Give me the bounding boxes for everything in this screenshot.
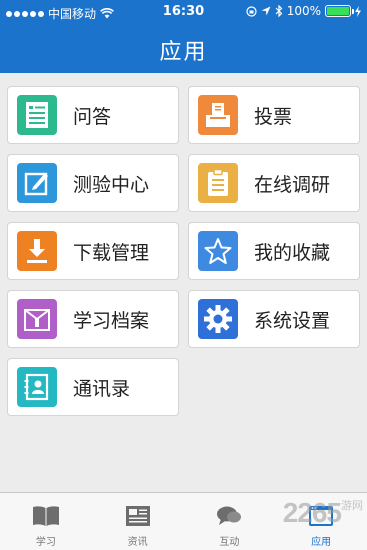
tile-label: 学习档案 [73, 309, 150, 332]
clipboard-icon [198, 163, 238, 203]
bluetooth-icon [275, 5, 283, 17]
tab-label: 应用 [311, 537, 332, 548]
battery-percent: 100% [286, 4, 321, 18]
battery-fill [327, 7, 349, 15]
tile-label: 系统设置 [254, 309, 331, 332]
chat-bubble-icon [214, 503, 244, 529]
gear-icon [198, 299, 238, 339]
download-icon [17, 231, 57, 271]
document-list-icon [17, 95, 57, 135]
tab-label: 互动 [219, 537, 240, 548]
contacts-book-icon [17, 367, 57, 407]
tile-system-settings[interactable]: 系统设置 [188, 290, 360, 348]
battery-icon [325, 5, 354, 17]
edit-pen-icon [17, 163, 57, 203]
tile-vote[interactable]: 投票 [188, 86, 360, 144]
book-icon [31, 503, 61, 529]
app-header: 中国移动 16:30 100% 应用 [0, 0, 367, 73]
page-title: 应用 [159, 40, 208, 65]
tile-label: 在线调研 [254, 173, 331, 196]
archive-folder-icon [17, 299, 57, 339]
tile-label: 通讯录 [73, 377, 131, 400]
tile-label: 投票 [254, 105, 293, 128]
tile-online-survey[interactable]: 在线调研 [188, 154, 360, 212]
rotation-lock-icon [246, 5, 257, 17]
tab-study[interactable]: 学习 [0, 493, 92, 550]
tile-qa[interactable]: 问答 [7, 86, 179, 144]
tab-label: 学习 [35, 537, 56, 548]
tile-label: 问答 [73, 105, 112, 128]
ballot-box-icon [198, 95, 238, 135]
tile-download-manager[interactable]: 下载管理 [7, 222, 179, 280]
tile-label: 测验中心 [73, 173, 150, 196]
tile-learning-archive[interactable]: 学习档案 [7, 290, 179, 348]
tab-news[interactable]: 资讯 [92, 493, 184, 550]
location-icon [261, 6, 271, 16]
tile-my-favorites[interactable]: 我的收藏 [188, 222, 360, 280]
status-bar: 中国移动 16:30 100% [0, 0, 367, 24]
tab-label: 资讯 [127, 537, 148, 548]
tile-quiz-center[interactable]: 测验中心 [7, 154, 179, 212]
tile-contacts[interactable]: 通讯录 [7, 358, 179, 416]
watermark-logo: 2265游网 [282, 497, 363, 528]
tile-label: 我的收藏 [254, 241, 331, 264]
charging-icon [355, 5, 361, 17]
tab-interact[interactable]: 互动 [184, 493, 276, 550]
newspaper-icon [123, 503, 153, 529]
star-icon [198, 231, 238, 271]
tile-label: 下载管理 [73, 241, 150, 264]
